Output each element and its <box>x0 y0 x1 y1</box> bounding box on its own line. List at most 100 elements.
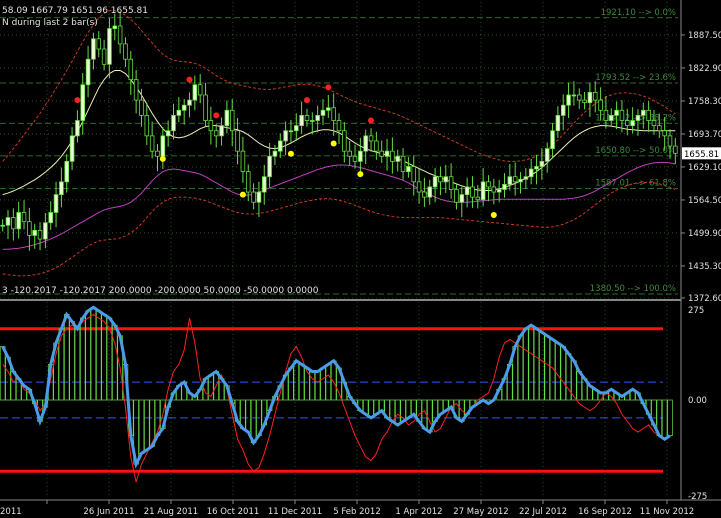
candle-body <box>133 79 139 101</box>
candle-body <box>112 25 118 29</box>
candle-body <box>459 194 465 203</box>
candle-body <box>107 28 112 65</box>
time-tick-label: 22 Jul 2012 <box>519 507 567 517</box>
candle-body <box>432 176 438 188</box>
yellow-dot <box>159 155 166 162</box>
candle-body <box>187 99 192 106</box>
candle-body <box>614 109 619 116</box>
candle-body <box>608 115 614 121</box>
candle-body <box>347 150 352 157</box>
candle-body <box>176 109 182 116</box>
time-tick-label: 2011 <box>0 507 22 517</box>
candle-body <box>203 94 208 121</box>
candle-body <box>374 140 379 152</box>
candle-body <box>229 109 235 132</box>
candle-body <box>235 130 240 152</box>
price-tick-label: 1499.90 <box>688 229 721 239</box>
fib-label: 1921.10 --> 0.0% <box>601 8 676 18</box>
candle-body <box>416 181 422 193</box>
candle-body <box>400 155 406 173</box>
candle-body <box>27 221 32 236</box>
indicator-header: 3 -120.2017 -120.2017 200.0000 -200.0000… <box>2 286 319 296</box>
candle-body <box>635 115 641 121</box>
candle-body <box>555 115 561 132</box>
time-tick-label: 1 Apr 2012 <box>395 507 442 517</box>
time-tick-label: 16 Oct 2011 <box>207 507 260 517</box>
candle-body <box>48 212 53 224</box>
candle-body <box>139 99 144 116</box>
candle-body <box>80 84 86 121</box>
price-chart-canvas[interactable]: 1921.10 --> 0.0%1793.52 --> 23.6%1714.62… <box>0 0 721 518</box>
candle-body <box>491 186 497 193</box>
time-tick-label: 16 Sep 2012 <box>578 507 632 517</box>
candle-body <box>5 217 11 226</box>
candle-body <box>667 135 673 147</box>
yellow-dot <box>330 140 337 147</box>
candle-body <box>507 176 513 185</box>
fib-label: 1380.50 --> 100.0% <box>590 284 676 294</box>
candle-body <box>646 109 651 121</box>
candle-body <box>0 224 5 227</box>
candle-body <box>294 125 299 132</box>
time-tick-label: 21 Aug 2011 <box>144 507 198 517</box>
candle-body <box>486 181 491 188</box>
candle-body <box>331 107 336 121</box>
candle-body <box>155 150 160 157</box>
candle-body <box>630 120 635 127</box>
candle-body <box>539 160 545 167</box>
fib-label: 1650.80 --> 50.0% <box>595 146 676 156</box>
candle-body <box>160 135 166 157</box>
candle-body <box>16 212 21 230</box>
candle-body <box>352 155 358 162</box>
candle-body <box>304 115 310 121</box>
candle-body <box>69 135 75 162</box>
candle-body <box>438 176 443 183</box>
yellow-dot <box>490 212 497 219</box>
candle-body <box>278 140 283 152</box>
candle-body <box>641 109 646 116</box>
candle-body <box>582 99 587 104</box>
price-tick-label: 1629.10 <box>688 163 721 173</box>
candle-body <box>566 94 571 106</box>
candle-body <box>101 48 107 65</box>
candle-body <box>75 120 80 137</box>
candle-body <box>171 115 176 132</box>
candle-body <box>512 176 518 183</box>
candle-body <box>464 186 470 195</box>
price-tick-label: 1372.60 <box>688 294 721 304</box>
candle-body <box>598 99 603 111</box>
candle-body <box>326 107 331 111</box>
candle-body <box>240 150 246 173</box>
price-tick-label: 1822.90 <box>688 64 721 74</box>
candle-body <box>592 92 598 101</box>
candle-body <box>117 25 123 45</box>
candle-body <box>502 183 507 190</box>
candle-body <box>475 196 481 201</box>
candle-body <box>43 222 48 240</box>
candle-body <box>336 120 342 132</box>
candle-body <box>480 181 486 201</box>
candle-body <box>448 176 454 190</box>
candle-body <box>390 150 395 162</box>
time-tick-label: 11 Dec 2011 <box>268 507 322 517</box>
candle-body <box>363 135 368 152</box>
candle-body <box>181 104 187 111</box>
candle-body <box>144 115 150 137</box>
candle-body <box>320 109 326 116</box>
price-tick-label: 1564.50 <box>688 196 721 206</box>
candle-body <box>544 148 550 162</box>
candle-body <box>245 171 251 193</box>
candle-body <box>21 212 27 223</box>
candle-body <box>651 120 657 127</box>
candle-body <box>165 130 171 137</box>
candle-body <box>587 92 593 104</box>
candle-body <box>619 109 625 121</box>
candle-body <box>422 191 427 198</box>
candle-body <box>395 155 400 162</box>
candle-body <box>358 150 363 162</box>
price-tick-label: 1887.50 <box>688 31 721 41</box>
candle-body <box>470 186 475 198</box>
candle-body <box>427 186 433 198</box>
candle-body <box>251 191 256 203</box>
time-tick-label: 5 Feb 2012 <box>333 507 381 517</box>
